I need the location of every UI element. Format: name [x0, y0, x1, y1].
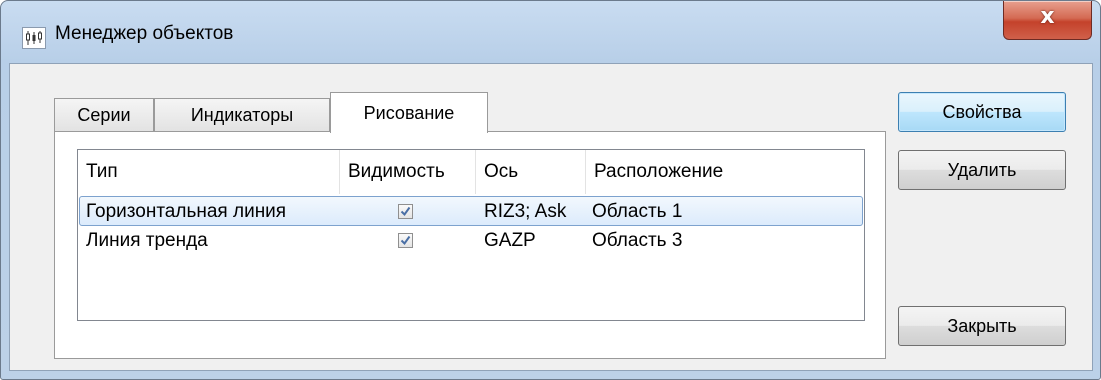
drawing-tab-panel: Тип Видимость Ось Расположение Горизонта…	[54, 131, 886, 359]
row-type: Горизонтальная линия	[86, 201, 287, 222]
column-header-location[interactable]: Расположение	[586, 150, 864, 194]
objects-list[interactable]: Тип Видимость Ось Расположение Горизонта…	[77, 149, 865, 321]
row-axis: RIZ3; Ask	[484, 201, 567, 222]
properties-button-label: Свойства	[942, 101, 1022, 122]
tab-drawing-label: Рисование	[363, 102, 455, 123]
tab-indicators[interactable]: Индикаторы	[154, 98, 330, 132]
column-header-axis[interactable]: Ось	[476, 150, 586, 194]
close-button[interactable]: Закрыть	[898, 306, 1066, 346]
row-type: Линия тренда	[86, 230, 208, 251]
tab-series[interactable]: Серии	[54, 98, 154, 132]
list-header: Тип Видимость Ось Расположение	[78, 150, 864, 194]
column-header-visibility-label: Видимость	[348, 161, 445, 182]
visibility-checkbox[interactable]	[398, 233, 413, 248]
column-header-location-label: Расположение	[594, 161, 724, 182]
close-window-button[interactable]: x	[1003, 1, 1092, 40]
object-manager-window: Менеджер объектов x Серии Индикаторы Рис…	[0, 0, 1101, 380]
checkmark-icon	[400, 206, 411, 217]
delete-button[interactable]: Удалить	[898, 150, 1066, 190]
column-header-visibility[interactable]: Видимость	[340, 150, 476, 194]
tab-series-label: Серии	[77, 105, 131, 125]
chart-candles-icon	[22, 27, 46, 49]
checkmark-icon	[400, 235, 411, 246]
close-button-label: Закрыть	[947, 315, 1017, 336]
tab-indicators-label: Индикаторы	[190, 105, 294, 125]
row-location: Область 3	[592, 230, 683, 251]
properties-button[interactable]: Свойства	[898, 92, 1066, 132]
close-x-icon: x	[1040, 4, 1055, 29]
row-axis: GAZP	[484, 230, 536, 251]
title-bar[interactable]: Менеджер объектов x	[1, 1, 1100, 63]
dialog-client-area: Серии Индикаторы Рисование Тип Видимость…	[9, 63, 1093, 371]
row-location: Область 1	[592, 201, 683, 222]
column-header-type[interactable]: Тип	[78, 150, 340, 194]
list-row[interactable]: Горизонтальная линия RIZ3; Ask Область 1	[79, 196, 863, 226]
tab-drawing[interactable]: Рисование	[330, 92, 488, 133]
list-row[interactable]: Линия тренда GAZP Область 3	[79, 226, 863, 256]
column-header-type-label: Тип	[86, 161, 118, 182]
visibility-checkbox[interactable]	[398, 204, 413, 219]
column-header-axis-label: Ось	[484, 161, 519, 182]
delete-button-label: Удалить	[947, 159, 1017, 180]
window-title: Менеджер объектов	[55, 23, 234, 44]
